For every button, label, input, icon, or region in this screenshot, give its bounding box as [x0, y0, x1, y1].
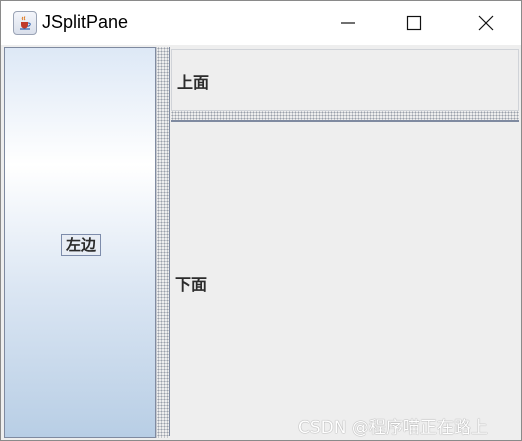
split-pane-content: 左边 上面 下面 CSDN @程序喵正在路上: [1, 45, 521, 440]
close-icon: [478, 15, 494, 31]
top-label: 上面: [177, 73, 210, 92]
java-cup-icon[interactable]: [13, 11, 37, 35]
window-title: JSplitPane: [42, 12, 129, 32]
pane-border-line: [169, 47, 170, 436]
maximize-icon: [406, 15, 422, 31]
horizontal-split-divider[interactable]: [171, 111, 519, 122]
left-pane: 左边: [4, 47, 156, 438]
vertical-split-divider[interactable]: [156, 47, 169, 438]
close-button[interactable]: [463, 1, 509, 45]
bottom-label: 下面: [175, 275, 208, 294]
bottom-pane: 下面: [171, 123, 517, 436]
minimize-button[interactable]: [325, 1, 371, 45]
minimize-icon: [341, 22, 355, 24]
left-button[interactable]: 左边: [61, 234, 101, 256]
top-pane: 上面: [171, 49, 519, 111]
watermark: CSDN @程序喵正在路上: [298, 418, 488, 438]
app-window: JSplitPane 左边 上面 下面 CSDN @程序喵正在路上: [0, 0, 522, 441]
maximize-button[interactable]: [391, 1, 437, 45]
title-bar[interactable]: JSplitPane: [1, 1, 521, 45]
